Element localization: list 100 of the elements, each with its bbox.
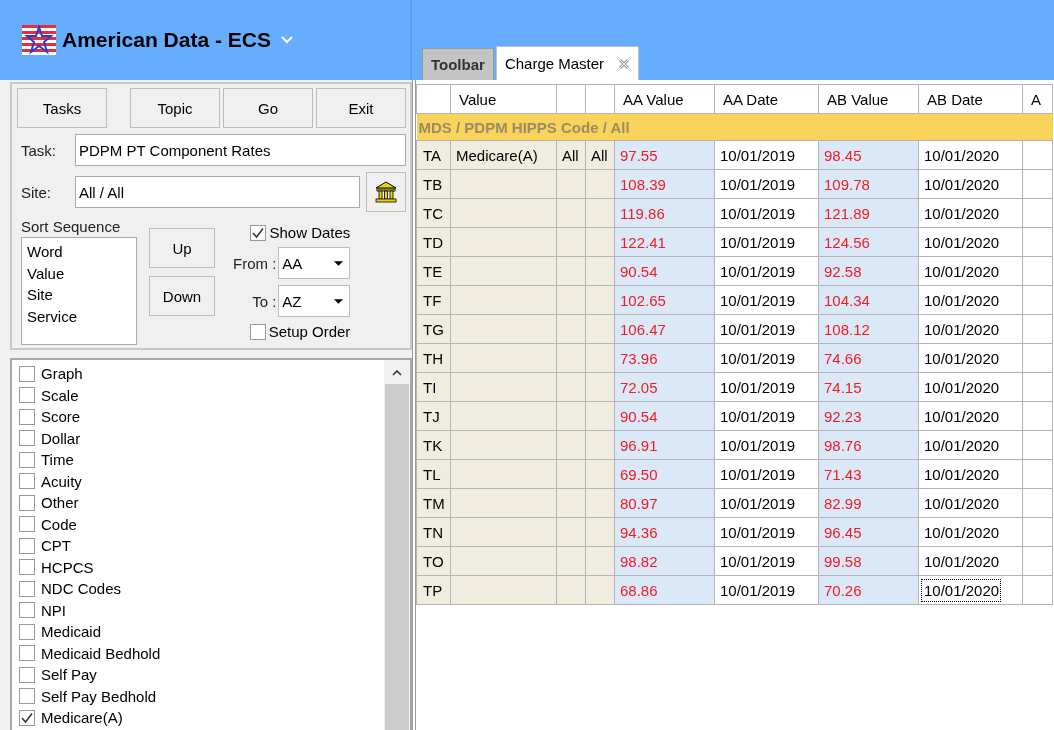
checkbox-label: NPI (41, 601, 66, 619)
table-cell-text: 10/01/2019 (719, 464, 797, 485)
table-cell-text: 74.66 (823, 349, 862, 367)
list-item[interactable]: Site (27, 284, 136, 306)
table-cell-text: 80.97 (619, 494, 658, 512)
table-cell-text: 10/01/2019 (719, 493, 797, 514)
checkbox[interactable] (19, 623, 35, 640)
checkbox[interactable] (19, 365, 35, 382)
row-header: TC (422, 204, 443, 222)
table-cell-text: 10/01/2020 (923, 348, 1001, 369)
site-field[interactable]: All / All (75, 176, 360, 208)
checkbox[interactable] (19, 408, 35, 425)
table-cell-text: 10/01/2019 (719, 580, 797, 601)
column-header[interactable]: A (1022, 84, 1053, 114)
column-header[interactable]: AA Value (614, 84, 715, 114)
to-dropdown[interactable]: AZ (278, 285, 351, 317)
table-cell-text: 10/01/2020 (923, 203, 1001, 224)
down-button[interactable]: Down (149, 276, 215, 316)
table-cell-text: 106.47 (619, 320, 666, 338)
checkbox[interactable] (19, 387, 35, 404)
checkbox-label: Medicaid (41, 623, 102, 641)
row-header: TJ (422, 407, 440, 425)
from-label: From : (233, 254, 277, 272)
toolbar-button[interactable]: Topic (130, 88, 220, 128)
building-icon (374, 180, 398, 204)
checkbox-label: Acuity (41, 472, 82, 490)
group-row: MDS / PDPM HIPPS Code / All (416, 113, 1053, 141)
checkbox[interactable] (19, 473, 35, 490)
table-cell-text: 10/01/2019 (719, 174, 797, 195)
checkbox[interactable] (19, 580, 35, 597)
column-header[interactable]: AB Value (818, 84, 919, 114)
close-icon[interactable] (618, 57, 631, 70)
checkbox[interactable] (19, 516, 35, 533)
table-cell-text: 69.50 (619, 465, 658, 483)
checkbox-label: Graph (41, 365, 83, 383)
table-cell-text: 97.55 (619, 146, 658, 164)
table-cell-text: 109.78 (823, 175, 870, 193)
table-cell-text: 96.45 (823, 523, 862, 541)
table-cell-text: 124.56 (823, 233, 870, 251)
list-item[interactable]: Word (27, 241, 136, 263)
checkbox[interactable] (19, 666, 35, 683)
table-cell-text: 98.76 (823, 436, 862, 454)
table-cell-text: 108.12 (823, 320, 870, 338)
table-cell-text: 99.58 (823, 552, 862, 570)
column-header[interactable]: AA Date (714, 84, 819, 114)
table-cell-text: All (561, 146, 579, 164)
to-label: To : (252, 292, 277, 310)
row-header: TK (422, 436, 443, 454)
app-title: American Data - ECS (62, 28, 271, 52)
checkbox[interactable] (19, 537, 35, 554)
table-cell-text: All (590, 146, 608, 164)
flag-star-icon (22, 25, 56, 55)
checkbox[interactable] (249, 323, 266, 340)
checked-checkbox[interactable] (250, 224, 267, 241)
checkbox[interactable] (19, 430, 35, 447)
toolbar-button[interactable]: Exit (316, 88, 406, 128)
toolbar-button[interactable]: Tasks (17, 88, 107, 128)
table-cell-text: 96.91 (619, 436, 658, 454)
table-cell-text: 10/01/2020 (923, 261, 1001, 282)
up-button[interactable]: Up (149, 228, 215, 268)
table-cell-text: 10/01/2020 (923, 493, 1001, 514)
table-cell-text: 10/01/2019 (719, 435, 797, 456)
site-button[interactable] (366, 172, 406, 212)
table-cell-text: 10/01/2019 (719, 261, 797, 282)
row-header: TB (422, 175, 443, 193)
checkbox[interactable] (19, 688, 35, 705)
scroll-up-icon[interactable] (392, 370, 402, 376)
toolbar-button[interactable]: Go (223, 88, 313, 128)
checkbox-label: CPT (41, 537, 71, 555)
from-dropdown[interactable]: AA (278, 247, 351, 279)
table-cell-text: 10/01/2019 (719, 290, 797, 311)
tab[interactable]: Charge Master (495, 46, 640, 80)
table-cell-text: 98.45 (823, 146, 862, 164)
checkbox-label: Show Dates (269, 224, 351, 241)
column-header[interactable]: Value (450, 84, 557, 114)
table-cell-text: 10/01/2020 (923, 145, 1001, 166)
task-field[interactable]: PDPM PT Component Rates (75, 134, 406, 166)
checked-checkbox[interactable] (19, 709, 35, 726)
list-item[interactable]: Service (27, 305, 136, 327)
dropdown-arrow-icon (334, 260, 344, 266)
tab[interactable]: Toolbar (422, 48, 494, 80)
table-cell-text: 10/01/2020 (923, 522, 1001, 543)
checkbox[interactable] (19, 645, 35, 662)
checkbox-label: Time (41, 451, 74, 469)
checkbox[interactable] (19, 494, 35, 511)
table-cell-text: 122.41 (619, 233, 666, 251)
checkbox[interactable] (19, 559, 35, 576)
table-cell-text: 10/01/2020 (923, 232, 1001, 253)
column-header[interactable]: AB Date (918, 84, 1023, 114)
checkbox-label: Setup Order (268, 323, 351, 340)
field-label: Site: (20, 183, 52, 201)
chevron-down-icon[interactable] (280, 36, 293, 44)
checkbox[interactable] (19, 602, 35, 619)
row-header: TN (422, 523, 443, 541)
checkbox[interactable] (19, 451, 35, 468)
row-header: TE (422, 262, 443, 280)
table-cell-text: 119.86 (619, 204, 665, 222)
checkbox-label: Scale (41, 386, 79, 404)
checkbox-label: Other (41, 494, 79, 512)
list-item[interactable]: Value (27, 262, 136, 284)
